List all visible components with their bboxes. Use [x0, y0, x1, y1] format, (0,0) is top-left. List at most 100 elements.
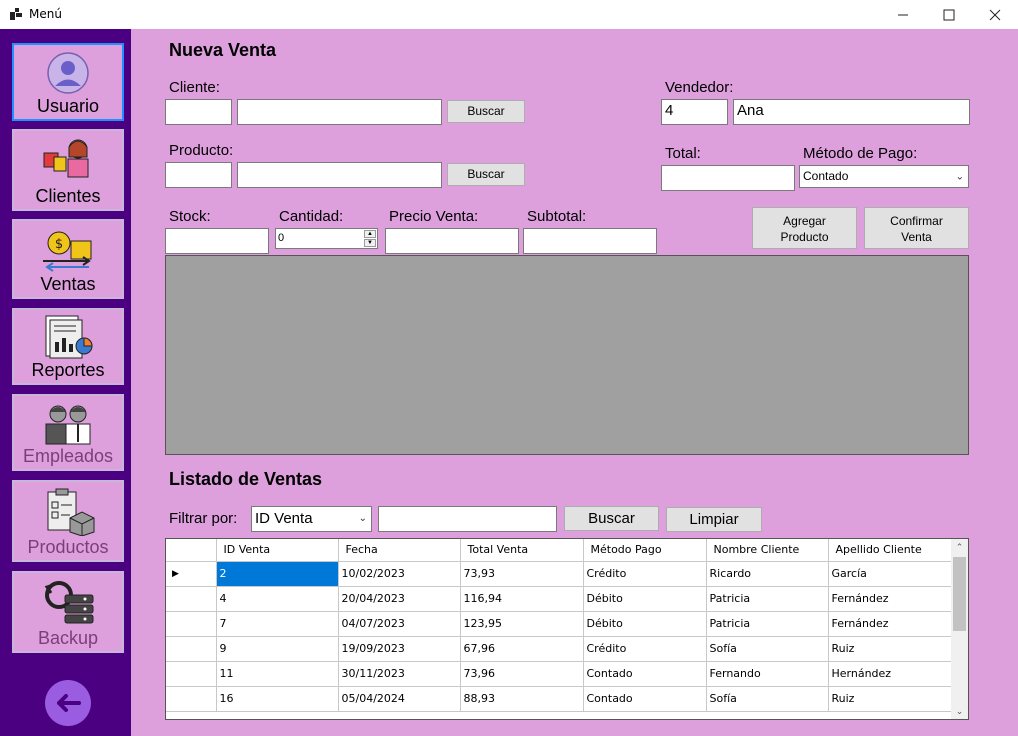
table-cell[interactable]: Sofía: [706, 636, 829, 662]
column-header[interactable]: Total Venta: [460, 539, 584, 562]
row-header[interactable]: [166, 661, 217, 687]
column-header[interactable]: Fecha: [338, 539, 461, 562]
stepper-down-icon[interactable]: ▼: [364, 239, 376, 247]
table-cell[interactable]: 4: [216, 586, 339, 612]
table-cell[interactable]: Fernández: [828, 611, 953, 637]
table-cell[interactable]: García: [828, 561, 953, 587]
table-cell[interactable]: Sofía: [706, 686, 829, 712]
precio-venta-field[interactable]: [385, 228, 519, 254]
column-header[interactable]: ID Venta: [216, 539, 339, 562]
buscar-cliente-button[interactable]: Buscar: [447, 100, 525, 123]
table-cell[interactable]: 20/04/2023: [338, 586, 461, 612]
table-cell[interactable]: 67,96: [460, 636, 584, 662]
table-row[interactable]: 7 04/07/2023 123,95 Débito Patricia Fern…: [166, 611, 953, 637]
sidebar-item-usuario[interactable]: Usuario: [12, 43, 124, 121]
table-cell[interactable]: 73,93: [460, 561, 584, 587]
table-cell[interactable]: 11: [216, 661, 339, 687]
cliente-id-field[interactable]: [165, 99, 232, 125]
table-cell[interactable]: Ruiz: [828, 686, 953, 712]
buscar-venta-button[interactable]: Buscar: [564, 506, 659, 531]
table-cell[interactable]: 123,95: [460, 611, 584, 637]
table-cell[interactable]: Débito: [583, 611, 707, 637]
row-header[interactable]: ▶: [166, 561, 217, 587]
total-field[interactable]: [661, 165, 795, 191]
table-row[interactable]: 9 19/09/2023 67,96 Crédito Sofía Ruiz: [166, 636, 953, 662]
row-header[interactable]: [166, 636, 217, 662]
column-header[interactable]: Apellido Cliente: [828, 539, 953, 562]
table-cell[interactable]: 73,96: [460, 661, 584, 687]
back-button[interactable]: [45, 680, 91, 726]
column-header[interactable]: Método Pago: [583, 539, 707, 562]
table-row[interactable]: 4 20/04/2023 116,94 Débito Patricia Fern…: [166, 586, 953, 612]
sidebar-item-backup[interactable]: Backup: [12, 571, 124, 653]
reports-icon: [45, 315, 93, 359]
table-row[interactable]: 11 30/11/2023 73,96 Contado Fernando Her…: [166, 661, 953, 687]
filtro-search-input[interactable]: [378, 506, 557, 532]
table-cell[interactable]: Ruiz: [828, 636, 953, 662]
limpiar-button[interactable]: Limpiar: [666, 507, 762, 532]
table-cell[interactable]: 19/09/2023: [338, 636, 461, 662]
cliente-nombre-field[interactable]: [237, 99, 442, 125]
table-cell[interactable]: 04/07/2023: [338, 611, 461, 637]
table-cell[interactable]: 30/11/2023: [338, 661, 461, 687]
chevron-down-icon: ⌄: [358, 513, 367, 524]
window-title: Menú: [29, 7, 62, 21]
stepper-up-icon[interactable]: ▲: [364, 230, 376, 238]
table-cell[interactable]: 9: [216, 636, 339, 662]
producto-nombre-field[interactable]: [237, 162, 442, 188]
table-cell[interactable]: Contado: [583, 686, 707, 712]
table-cell[interactable]: Fernando: [706, 661, 829, 687]
table-cell[interactable]: Crédito: [583, 561, 707, 587]
sidebar-item-productos[interactable]: Productos: [12, 480, 124, 562]
minimize-button[interactable]: [880, 0, 926, 29]
table-cell[interactable]: 88,93: [460, 686, 584, 712]
cantidad-stepper[interactable]: 0 ▲ ▼: [275, 228, 378, 249]
producto-id-field[interactable]: [165, 162, 232, 188]
row-header[interactable]: [166, 586, 217, 612]
table-cell[interactable]: Patricia: [706, 586, 829, 612]
table-row[interactable]: 16 05/04/2024 88,93 Contado Sofía Ruiz: [166, 686, 953, 712]
table-cell[interactable]: Débito: [583, 586, 707, 612]
table-cell[interactable]: 10/02/2023: [338, 561, 461, 587]
table-cell[interactable]: 16: [216, 686, 339, 712]
agregar-producto-button[interactable]: Agregar Producto: [752, 207, 857, 249]
maximize-icon: [943, 9, 955, 20]
detalle-venta-grid[interactable]: [165, 255, 969, 455]
table-cell[interactable]: 7: [216, 611, 339, 637]
scroll-down-icon[interactable]: ⌄: [951, 703, 968, 719]
row-header[interactable]: [166, 686, 217, 712]
precio-venta-label: Precio Venta:: [389, 208, 479, 225]
ventas-table[interactable]: ID Venta Fecha Total Venta Método Pago N…: [165, 538, 969, 720]
filtro-select[interactable]: ID Venta ⌄: [251, 506, 372, 532]
buscar-producto-button[interactable]: Buscar: [447, 163, 525, 186]
table-cell[interactable]: Patricia: [706, 611, 829, 637]
vertical-scrollbar[interactable]: ⌃ ⌄: [951, 539, 968, 719]
scroll-up-icon[interactable]: ⌃: [951, 539, 968, 555]
confirmar-venta-button[interactable]: Confirmar Venta: [864, 207, 969, 249]
metodo-pago-select[interactable]: Contado ⌄: [799, 165, 969, 188]
sidebar-item-reportes[interactable]: Reportes: [12, 308, 124, 385]
vendedor-nombre-field[interactable]: Ana: [733, 99, 970, 125]
table-cell[interactable]: 2: [216, 561, 339, 587]
stock-field[interactable]: [165, 228, 269, 254]
row-header-corner: [166, 539, 217, 562]
table-cell[interactable]: Hernández: [828, 661, 953, 687]
table-cell[interactable]: Ricardo: [706, 561, 829, 587]
scrollbar-thumb[interactable]: [953, 557, 966, 631]
subtotal-field[interactable]: [523, 228, 657, 254]
table-cell[interactable]: 05/04/2024: [338, 686, 461, 712]
vendedor-id-field[interactable]: 4: [661, 99, 728, 125]
table-cell[interactable]: Contado: [583, 661, 707, 687]
table-cell[interactable]: 116,94: [460, 586, 584, 612]
close-button[interactable]: [972, 0, 1018, 29]
table-cell[interactable]: Fernández: [828, 586, 953, 612]
maximize-button[interactable]: [926, 0, 972, 29]
column-header[interactable]: Nombre Cliente: [706, 539, 829, 562]
sidebar-item-label: Ventas: [40, 274, 96, 294]
table-row[interactable]: ▶ 2 10/02/2023 73,93 Crédito Ricardo Gar…: [166, 561, 953, 587]
table-cell[interactable]: Crédito: [583, 636, 707, 662]
sidebar-item-clientes[interactable]: Clientes: [12, 129, 124, 211]
sidebar-item-empleados[interactable]: Empleados: [12, 394, 124, 471]
sidebar-item-ventas[interactable]: $ Ventas: [12, 219, 124, 299]
row-header[interactable]: [166, 611, 217, 637]
